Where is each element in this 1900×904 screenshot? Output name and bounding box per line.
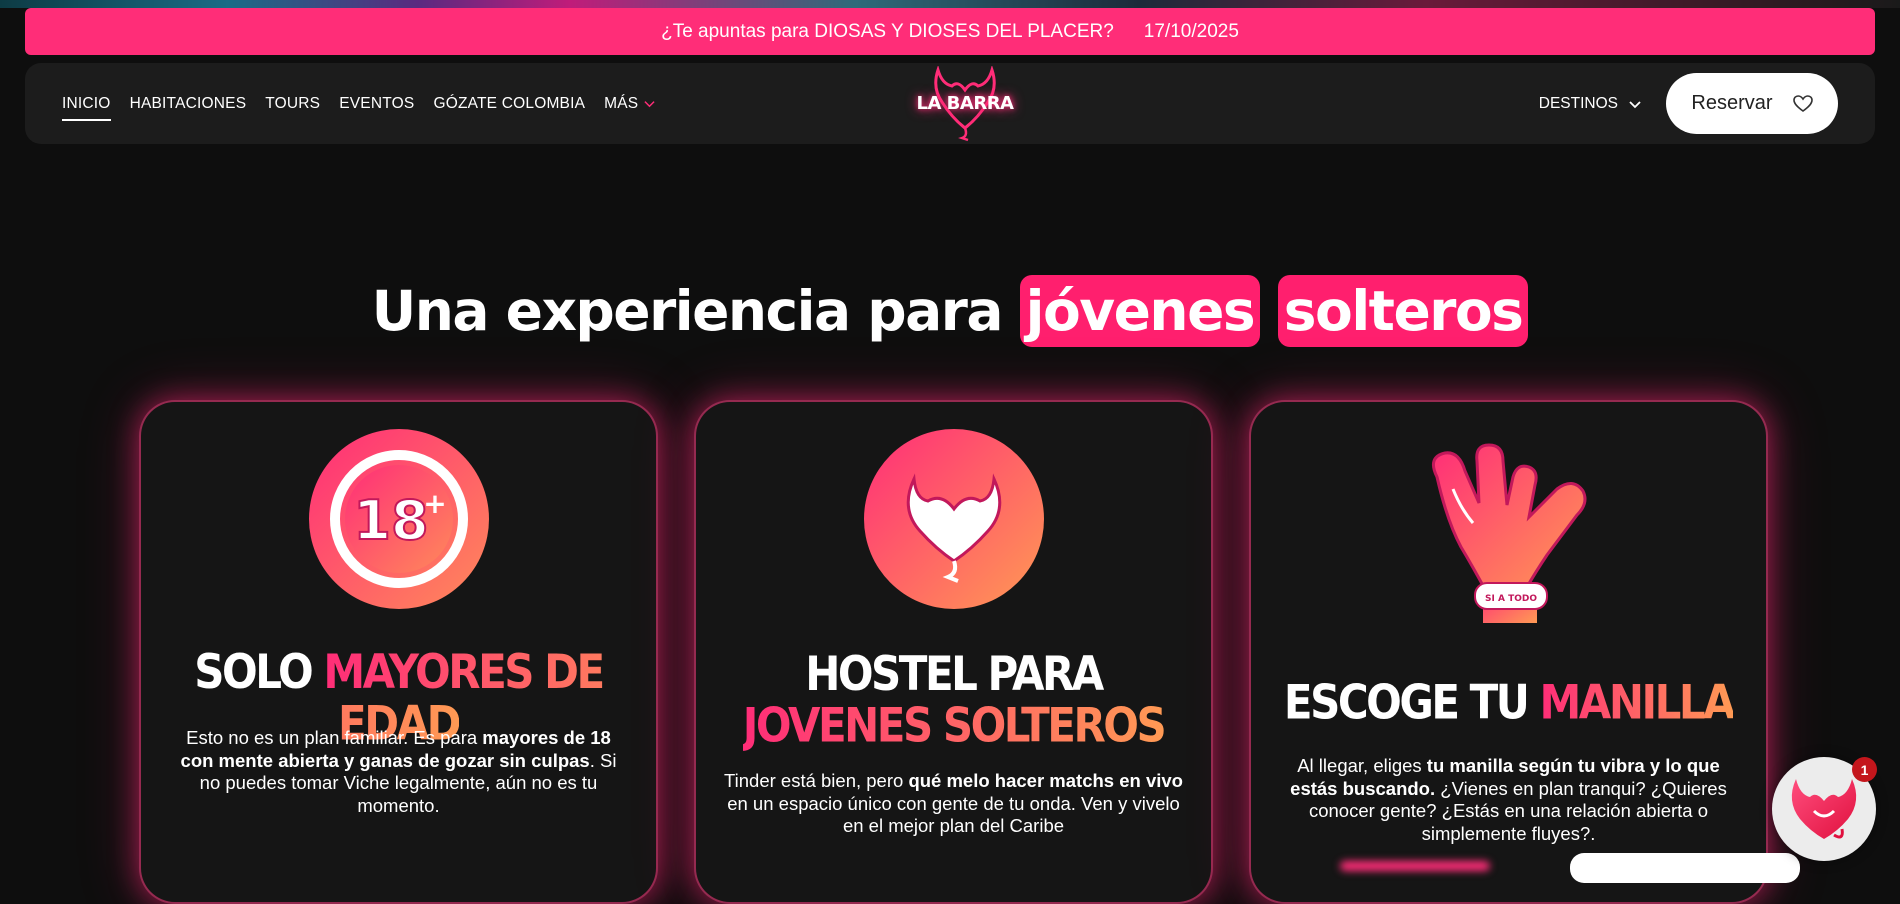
card-title: HOSTEL PARA JOVENES SOLTEROS bbox=[716, 648, 1191, 751]
announcement-date: 17/10/2025 bbox=[1143, 20, 1239, 42]
feature-card-hostel: HOSTEL PARA JOVENES SOLTEROS Tinder está… bbox=[694, 400, 1213, 904]
card-title-white: SOLO bbox=[194, 644, 313, 700]
card-text-bold: qué melo hacer matchs en vivo bbox=[908, 770, 1183, 791]
chat-notification-badge: 1 bbox=[1852, 757, 1877, 782]
svg-text:18: 18 bbox=[353, 489, 428, 552]
card-title: ESCOGE TU MANILLA bbox=[1271, 677, 1746, 729]
announcement-text: ¿Te apuntas para DIOSAS Y DIOSES DEL PLA… bbox=[661, 20, 1114, 42]
reservar-label: Reservar bbox=[1691, 92, 1773, 114]
card-text-part: Esto no es un plan familiar. Es para bbox=[186, 727, 483, 748]
headline-prefix: Una experiencia para bbox=[371, 279, 1004, 343]
chat-devil-heart-icon bbox=[1791, 779, 1857, 839]
headline-highlight-2: solteros bbox=[1277, 275, 1529, 347]
hero-image-strip bbox=[0, 0, 1900, 8]
site-logo[interactable]: LA BARRA bbox=[910, 63, 1020, 144]
card-text-part: en un espacio único con gente de tu onda… bbox=[727, 792, 1180, 837]
nav-item-mas-label: MÁS bbox=[604, 94, 639, 112]
section-headline: Una experiencia para jóvenes solteros bbox=[0, 272, 1900, 350]
nav-item-inicio[interactable]: INICIO bbox=[62, 89, 111, 121]
announcement-bar[interactable]: ¿Te apuntas para DIOSAS Y DIOSES DEL PLA… bbox=[25, 8, 1875, 55]
eighteen-plus-icon: 18 + bbox=[308, 429, 489, 609]
card-button-glow bbox=[1340, 861, 1490, 871]
nav-item-tours[interactable]: TOURS bbox=[265, 89, 320, 119]
destinos-label: DESTINOS bbox=[1538, 94, 1618, 112]
svg-text:+: + bbox=[423, 487, 446, 520]
hang-loose-hand-icon: SI A TODO bbox=[1431, 443, 1586, 623]
card-title-accent: JOVENES SOLTEROS bbox=[742, 697, 1167, 753]
main-navbar: INICIO HABITACIONES TOURS EVENTOS GÓZATE… bbox=[25, 63, 1875, 144]
headline-highlight-1: jóvenes bbox=[1019, 275, 1261, 347]
card-description: Tinder está bien, pero qué melo hacer ma… bbox=[724, 770, 1183, 838]
card-title-accent: MANILLA bbox=[1539, 675, 1736, 730]
nav-actions: DESTINOS Reservar bbox=[1539, 73, 1838, 134]
card-text-part: Al llegar, eliges bbox=[1297, 755, 1427, 776]
reservar-button[interactable]: Reservar bbox=[1666, 73, 1838, 134]
card-text-part: Tinder está bien, pero bbox=[724, 770, 909, 791]
card-title-white: ESCOGE TU bbox=[1283, 675, 1530, 730]
chat-popup-edge[interactable] bbox=[1570, 853, 1800, 883]
card-title-white: HOSTEL PARA bbox=[805, 646, 1104, 702]
heart-icon bbox=[1792, 94, 1813, 112]
chevron-down-icon bbox=[644, 101, 655, 108]
nav-item-gozate-colombia[interactable]: GÓZATE COLOMBIA bbox=[433, 89, 585, 119]
nav-menu: INICIO HABITACIONES TOURS EVENTOS GÓZATE… bbox=[62, 63, 655, 144]
nav-item-habitaciones[interactable]: HABITACIONES bbox=[130, 89, 247, 119]
feature-card-age: 18 + SOLO MAYORES DE EDAD Esto no es un … bbox=[139, 400, 658, 904]
card-description: Al llegar, eliges tu manilla según tu vi… bbox=[1279, 755, 1738, 845]
nav-item-mas[interactable]: MÁS bbox=[604, 89, 655, 119]
destinos-dropdown[interactable]: DESTINOS bbox=[1539, 95, 1642, 113]
feature-card-manilla: SI A TODO ESCOGE TU MANILLA Al llegar, e… bbox=[1249, 400, 1768, 904]
card-description: Esto no es un plan familiar. Es para may… bbox=[169, 727, 628, 817]
chevron-down-icon bbox=[1629, 100, 1641, 108]
logo-text: LA BARRA bbox=[916, 93, 1014, 114]
band-text: SI A TODO bbox=[1485, 594, 1537, 604]
devil-heart-icon bbox=[863, 429, 1044, 609]
nav-item-eventos[interactable]: EVENTOS bbox=[339, 89, 414, 119]
